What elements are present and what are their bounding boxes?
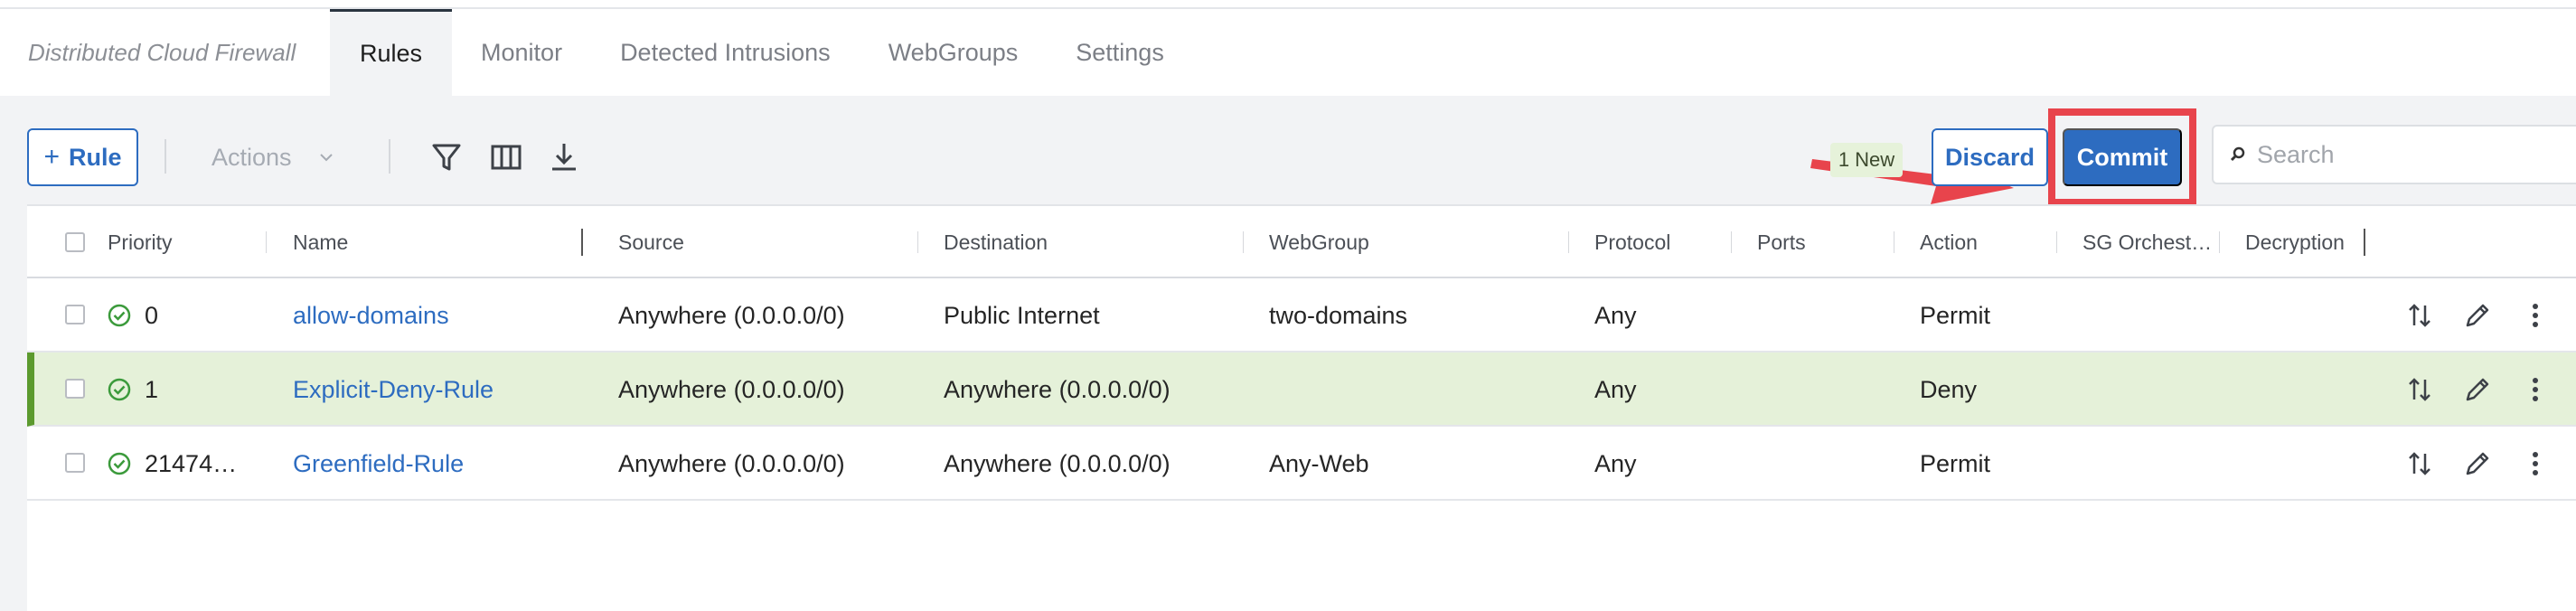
more-icon[interactable] <box>2520 300 2551 331</box>
webgroup-cell: two-domains <box>1269 301 1408 329</box>
tab-detected-intrusions[interactable]: Detected Intrusions <box>591 9 860 96</box>
source-cell: Anywhere (0.0.0.0/0) <box>618 301 845 329</box>
search-field[interactable] <box>2212 125 2576 184</box>
column-header-ports[interactable]: Ports <box>1757 206 1806 278</box>
column-header-decryption[interactable]: Decryption <box>2245 206 2345 278</box>
column-divider <box>1568 231 1569 253</box>
column-header-source[interactable]: Source <box>618 206 684 278</box>
action-cell: Permit <box>1920 301 1991 329</box>
table-row[interactable]: 1 Explicit-Deny-Rule Anywhere (0.0.0.0/0… <box>27 352 2576 427</box>
search-input[interactable] <box>2257 140 2576 169</box>
actions-dropdown[interactable]: Actions <box>212 139 334 175</box>
more-icon[interactable] <box>2520 374 2551 405</box>
protocol-cell: Any <box>1594 449 1637 477</box>
priority-cell: 0 <box>145 301 159 329</box>
rules-table: Priority Name Source Destination WebGrou… <box>27 204 2576 611</box>
status-ok-icon <box>108 378 131 401</box>
rule-name-link[interactable]: Greenfield-Rule <box>293 427 464 501</box>
column-header-protocol[interactable]: Protocol <box>1594 206 1670 278</box>
reorder-icon[interactable] <box>2404 448 2435 479</box>
status-ok-icon <box>108 452 131 475</box>
top-border <box>0 0 2576 9</box>
app-title: Distributed Cloud Firewall <box>28 38 296 66</box>
add-rule-button[interactable]: + Rule <box>27 128 138 186</box>
column-header-action[interactable]: Action <box>1920 206 1978 278</box>
column-header-sg-orchestration[interactable]: SG Orchest… <box>2082 206 2212 278</box>
row-checkbox[interactable] <box>65 379 85 399</box>
protocol-cell: Any <box>1594 375 1637 403</box>
source-cell: Anywhere (0.0.0.0/0) <box>618 449 845 477</box>
table-row[interactable]: 21474… Greenfield-Rule Anywhere (0.0.0.0… <box>27 427 2576 501</box>
action-cell: Deny <box>1920 375 1978 403</box>
chevron-down-icon <box>319 154 333 162</box>
column-divider <box>1243 231 1244 253</box>
actions-label: Actions <box>212 143 292 171</box>
action-cell: Permit <box>1920 449 1991 477</box>
column-header-webgroup[interactable]: WebGroup <box>1269 206 1369 278</box>
column-resize-handle[interactable] <box>581 229 583 256</box>
tab-rules[interactable]: Rules <box>330 9 453 96</box>
rule-name-link[interactable]: Explicit-Deny-Rule <box>293 352 494 427</box>
column-header-destination[interactable]: Destination <box>944 206 1048 278</box>
destination-cell: Public Internet <box>944 301 1100 329</box>
reorder-icon[interactable] <box>2404 300 2435 331</box>
reorder-icon[interactable] <box>2404 374 2435 405</box>
filter-icon[interactable] <box>428 139 465 175</box>
column-header-priority[interactable]: Priority <box>108 206 173 278</box>
status-ok-icon <box>108 304 131 327</box>
rules-toolbar: + Rule Actions 1 New Discard Commit <box>0 96 2576 206</box>
tab-webgroups[interactable]: WebGroups <box>860 9 1048 96</box>
commit-button[interactable]: Commit <box>2063 128 2182 186</box>
table-row[interactable]: 0 allow-domains Anywhere (0.0.0.0/0) Pub… <box>27 278 2576 352</box>
select-all-checkbox[interactable] <box>65 232 85 252</box>
new-changes-badge: 1 New <box>1830 143 1903 177</box>
nav-tabbar: Distributed Cloud Firewall Rules Monitor… <box>0 9 2576 96</box>
edit-icon[interactable] <box>2462 448 2493 479</box>
add-rule-label: Rule <box>69 143 122 171</box>
tab-monitor[interactable]: Monitor <box>452 9 591 96</box>
source-cell: Anywhere (0.0.0.0/0) <box>618 375 845 403</box>
row-checkbox[interactable] <box>65 453 85 473</box>
search-icon <box>2230 146 2245 162</box>
column-header-name[interactable]: Name <box>293 206 348 278</box>
discard-button[interactable]: Discard <box>1932 128 2048 186</box>
column-divider <box>1731 231 1732 253</box>
column-divider <box>917 231 918 253</box>
webgroup-cell: Any-Web <box>1269 449 1369 477</box>
column-divider <box>2219 231 2220 253</box>
tab-settings[interactable]: Settings <box>1047 9 1193 96</box>
destination-cell: Anywhere (0.0.0.0/0) <box>944 449 1170 477</box>
destination-cell: Anywhere (0.0.0.0/0) <box>944 375 1170 403</box>
plus-icon: + <box>43 142 60 172</box>
table-header: Priority Name Source Destination WebGrou… <box>27 206 2576 278</box>
download-icon[interactable] <box>546 139 582 175</box>
protocol-cell: Any <box>1594 301 1637 329</box>
toolbar-divider <box>165 139 166 174</box>
priority-cell: 21474… <box>145 449 238 477</box>
columns-icon[interactable] <box>488 139 524 175</box>
toolbar-divider <box>389 139 390 174</box>
column-divider <box>2056 231 2057 253</box>
priority-cell: 1 <box>145 375 159 403</box>
edit-icon[interactable] <box>2462 374 2493 405</box>
more-icon[interactable] <box>2520 448 2551 479</box>
column-resize-handle[interactable] <box>2364 229 2365 256</box>
column-divider <box>266 231 267 253</box>
row-checkbox[interactable] <box>65 305 85 324</box>
edit-icon[interactable] <box>2462 300 2493 331</box>
rule-name-link[interactable]: allow-domains <box>293 278 449 352</box>
